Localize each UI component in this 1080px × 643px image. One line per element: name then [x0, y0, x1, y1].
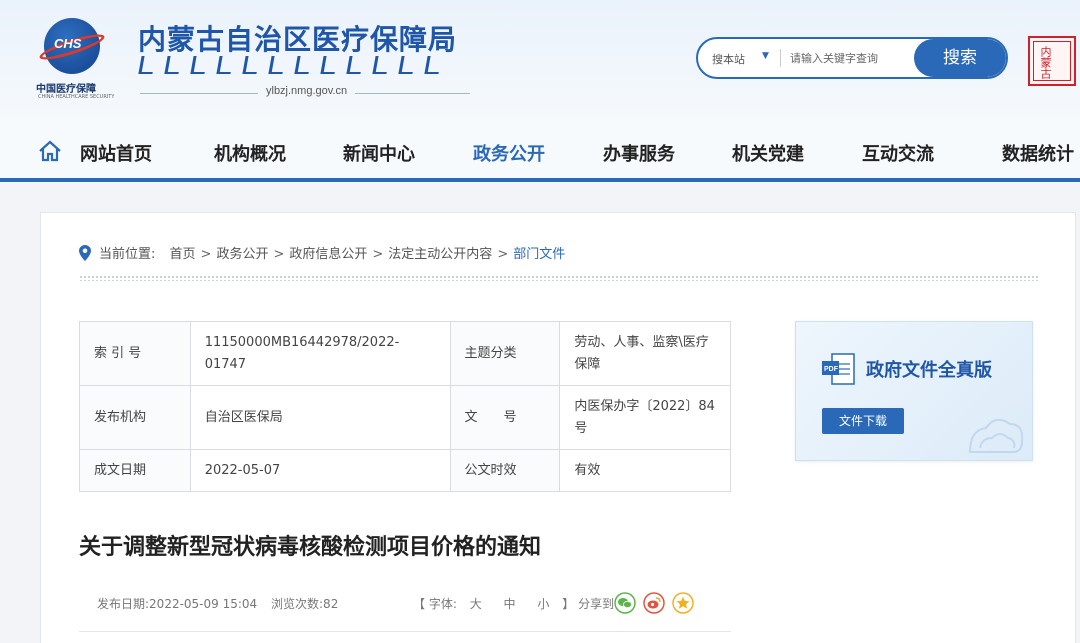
- mongolian-seal-logo[interactable]: 内蒙古: [1028, 36, 1076, 86]
- meta-date-value: 2022-05-07: [189, 449, 451, 492]
- official-file-box: PDF 政府文件全真版 文件下载: [795, 321, 1033, 461]
- share-label: 分享到:: [578, 597, 619, 611]
- content-card: 当前位置: 首页 > 政务公开 > 政府信息公开 > 法定主动公开内容 > 部门文件 索 引 号…: [40, 212, 1076, 643]
- svg-text:PDF: PDF: [824, 366, 839, 373]
- search-divider: [780, 49, 781, 67]
- meta-index-label: 索 引 号: [79, 321, 191, 386]
- nav-item-news[interactable]: 新闻中心: [343, 140, 415, 166]
- article-info: 发布日期:2022-05-09 15:04 浏览次数:82: [97, 595, 348, 612]
- pdf-document-icon: PDF: [822, 353, 855, 385]
- article-title: 关于调整新型冠状病毒核酸检测项目价格的通知: [79, 535, 542, 560]
- breadcrumb-home[interactable]: 首页: [170, 247, 196, 262]
- breadcrumb-prefix: 当前位置:: [99, 247, 156, 262]
- nav-item-statistics[interactable]: 数据统计: [1002, 140, 1074, 166]
- meta-validity-value: 有效: [559, 449, 731, 492]
- font-small-button[interactable]: 小: [537, 597, 549, 611]
- font-label: 【 字体:: [413, 597, 457, 611]
- font-size-controls: 【 字体: 大 中 小 】 分享到:: [413, 595, 618, 612]
- breadcrumb-current[interactable]: 部门文件: [513, 247, 565, 262]
- logo-badge: CHS: [54, 36, 82, 51]
- main-nav: 网站首页 机构概况 新闻中心 政务公开 办事服务 机关党建 互动交流 数据统计: [0, 118, 1080, 182]
- breadcrumb-gov-affairs[interactable]: 政务公开: [216, 247, 268, 262]
- meta-topic-label: 主题分类: [449, 321, 561, 386]
- logo-text: 中国医疗保障: [36, 84, 96, 95]
- site-header: CHS 中国医疗保障 CHINA HEALTHCARE SECURITY 内蒙古…: [0, 0, 1080, 118]
- seal-text: 内蒙古: [1039, 46, 1052, 79]
- home-icon[interactable]: [38, 140, 62, 162]
- globe-icon: CHS: [37, 18, 107, 74]
- meta-publisher-value: 自治区医保局: [189, 385, 451, 450]
- meta-index-value: 11150000MB16442978/2022-01747: [189, 321, 451, 386]
- site-domain: ylbzj.nmg.gov.cn: [258, 85, 356, 97]
- search-bar: 搜本站 ▼ 搜索: [696, 37, 1008, 79]
- official-file-title: 政府文件全真版: [866, 360, 992, 381]
- font-large-button[interactable]: 大: [470, 597, 482, 611]
- info-divider: [79, 631, 731, 632]
- meta-docno-value: 内医保办字〔2022〕84号: [559, 385, 731, 450]
- caret-down-icon[interactable]: ▼: [762, 51, 769, 61]
- search-button[interactable]: 搜索: [914, 39, 1006, 77]
- nav-item-home[interactable]: 网站首页: [80, 140, 152, 166]
- qzone-share-icon[interactable]: [672, 592, 694, 614]
- breadcrumb-statutory[interactable]: 法定主动公开内容: [388, 247, 492, 262]
- meta-validity-label: 公文时效: [449, 449, 561, 492]
- font-close: 】: [562, 597, 575, 611]
- site-title: 内蒙古自治区医疗保障局: [138, 23, 458, 56]
- font-medium-button[interactable]: 中: [504, 597, 516, 611]
- nav-item-about[interactable]: 机构概况: [214, 140, 286, 166]
- meta-docno-label: 文 号: [449, 385, 561, 450]
- nav-item-interaction[interactable]: 互动交流: [862, 140, 934, 166]
- file-download-button[interactable]: 文件下载: [822, 408, 904, 434]
- breadcrumb: 当前位置: 首页 > 政务公开 > 政府信息公开 > 法定主动公开内容 > 部门文件: [79, 243, 565, 262]
- mongolian-script-title: [138, 56, 470, 80]
- wechat-share-icon[interactable]: [614, 592, 636, 614]
- meta-topic-value: 劳动、人事、监察\医疗保障: [559, 321, 731, 386]
- document-meta-table: 索 引 号 11150000MB16442978/2022-01747 主题分类…: [79, 321, 731, 492]
- decorative-pattern-icon: [968, 418, 1024, 453]
- logo-subtext: CHINA HEALTHCARE SECURITY: [38, 94, 115, 100]
- meta-publisher-label: 发布机构: [79, 385, 191, 450]
- search-scope-select[interactable]: 搜本站: [712, 51, 745, 67]
- location-pin-icon: [79, 245, 91, 261]
- nav-item-party[interactable]: 机关党建: [732, 140, 804, 166]
- weibo-share-icon[interactable]: [643, 592, 665, 614]
- view-count: 浏览次数:82: [271, 597, 339, 611]
- chs-logo[interactable]: CHS 中国医疗保障 CHINA HEALTHCARE SECURITY: [36, 18, 114, 100]
- meta-date-label: 成文日期: [79, 449, 191, 492]
- dotted-divider: [79, 275, 1039, 281]
- breadcrumb-gov-info[interactable]: 政府信息公开: [289, 247, 367, 262]
- nav-item-services[interactable]: 办事服务: [603, 140, 675, 166]
- search-input[interactable]: [790, 47, 910, 69]
- nav-item-gov-affairs[interactable]: 政务公开: [473, 140, 545, 166]
- publish-date: 发布日期:2022-05-09 15:04: [97, 597, 258, 611]
